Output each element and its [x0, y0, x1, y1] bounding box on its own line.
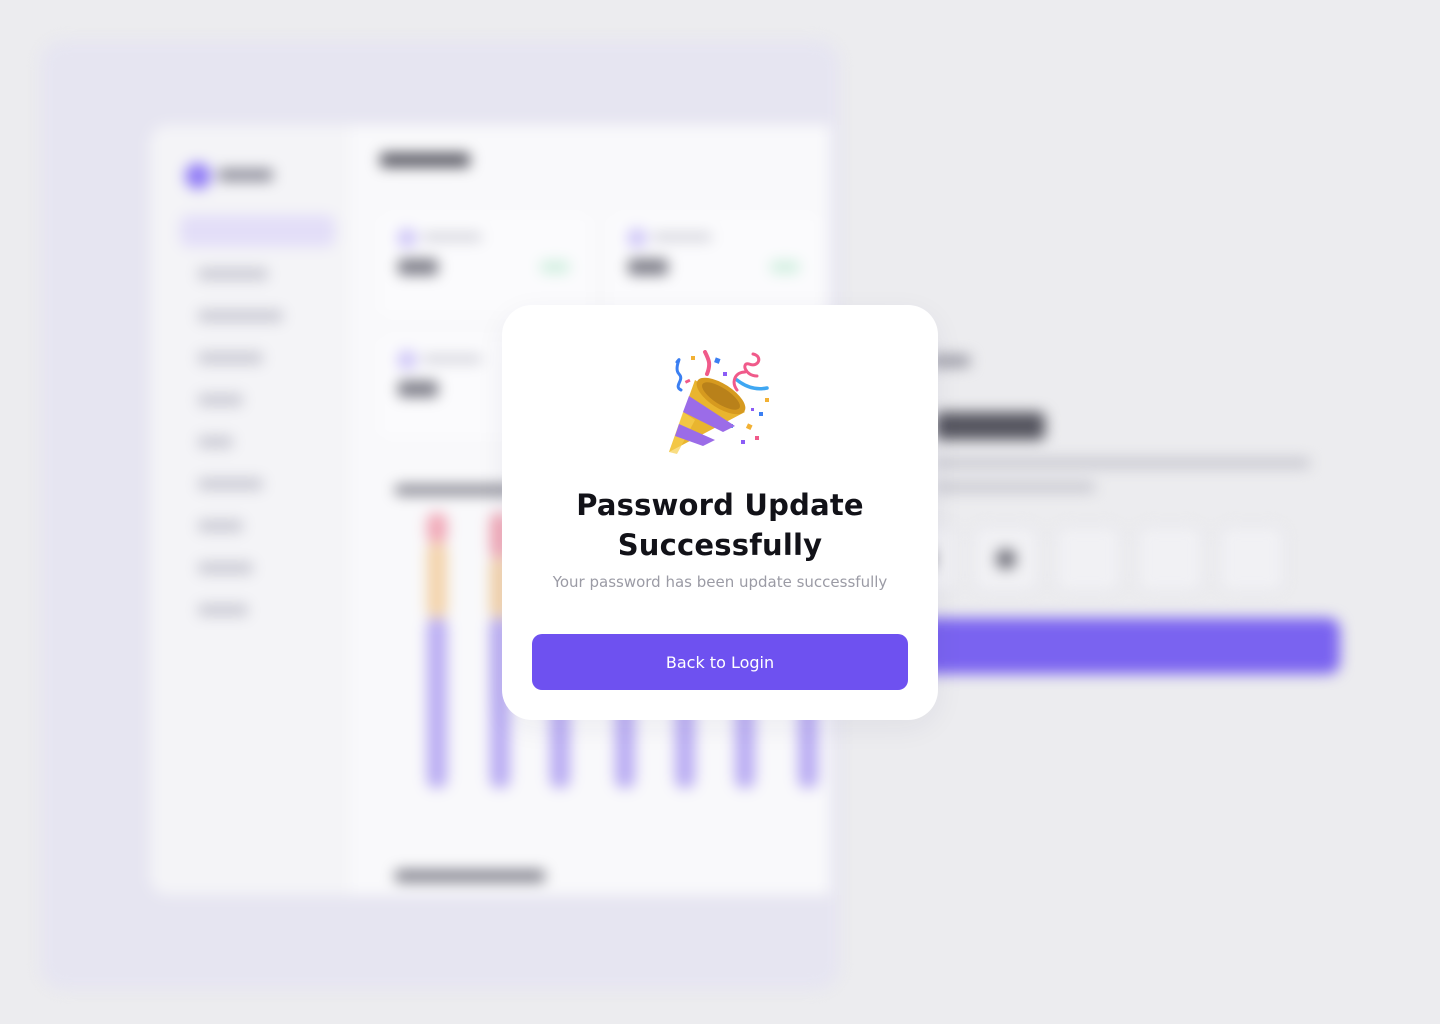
background-logo-text	[218, 169, 273, 181]
background-nav-item	[198, 520, 243, 532]
background-bar	[427, 513, 447, 543]
success-modal: Password Update Successfully Your passwo…	[502, 305, 938, 720]
background-nav-item	[198, 268, 268, 280]
background-sidebar	[150, 125, 350, 895]
background-right-line	[935, 482, 1095, 492]
screen: Password Update Successfully Your passwo…	[0, 0, 1440, 1024]
background-main-title	[380, 153, 470, 167]
back-to-login-button[interactable]: Back to Login	[532, 634, 908, 690]
background-section-title	[395, 870, 545, 882]
background-stat-card	[380, 215, 590, 315]
party-popper-icon	[669, 350, 769, 454]
background-bar	[427, 543, 447, 618]
background-right-button	[900, 618, 1340, 674]
background-chart-title	[395, 485, 515, 495]
background-nav-item	[198, 604, 248, 616]
background-nav-item	[198, 562, 253, 574]
background-nav-item	[198, 352, 263, 364]
modal-subtitle: Your password has been update successful…	[552, 573, 888, 591]
background-logo-icon	[185, 163, 211, 189]
modal-title: Password Update Successfully	[576, 488, 864, 562]
background-stat-card	[610, 215, 820, 315]
background-bar	[427, 618, 447, 788]
background-nav-item	[198, 436, 233, 448]
background-right-title	[935, 412, 1045, 440]
background-nav-item	[198, 478, 263, 490]
background-nav-item	[198, 310, 283, 322]
background-otp-box	[1136, 525, 1204, 593]
background-otp-box	[1054, 525, 1122, 593]
background-nav-active-item	[180, 215, 335, 247]
background-right-line	[935, 458, 1310, 468]
background-nav-item	[198, 394, 243, 406]
background-otp-box	[972, 525, 1040, 593]
background-otp-box	[1218, 525, 1286, 593]
